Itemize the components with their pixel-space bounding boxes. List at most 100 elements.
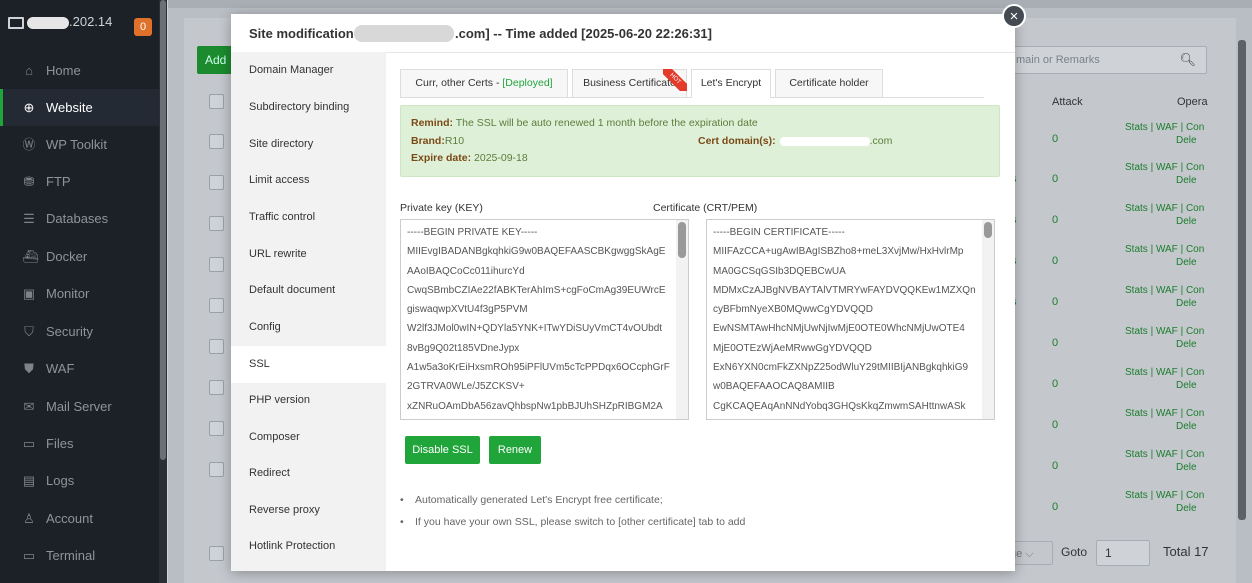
text-line: CwqSBmbCZIAe22fABKTerAhImS+cgFoCmAg39EUW… [407, 284, 666, 296]
text-line: MIIFAzCCA+ugAwIBAgISBZho8+meL3XvjMw/HxHv… [713, 246, 964, 258]
sidebar-item-website[interactable]: ⊕ Website [0, 89, 161, 126]
cert-domain-label: Cert domain(s): [698, 135, 776, 147]
disable-ssl-button[interactable]: Disable SSL [405, 436, 480, 464]
row-checkbox[interactable] [209, 339, 224, 354]
row-actions[interactable]: Stats | WAF | Con Dele [1125, 161, 1204, 187]
server-ip: .202.14 [69, 14, 113, 29]
table-row: s0Stats | WAF | ConDele [1005, 281, 1207, 321]
menu-item-default-document[interactable]: Default document [231, 272, 386, 309]
row-actions[interactable]: Stats | WAF | Con Dele [1125, 325, 1204, 351]
text-line: w0BAQEFAAOCAQ8AMIIB [713, 381, 835, 393]
sidebar-item-ftp[interactable]: ⛃ FTP [0, 163, 158, 200]
sidebar-scrollbar[interactable] [159, 0, 167, 583]
sidebar-item-account[interactable]: ♙ Account [0, 500, 158, 537]
sidebar-item-security[interactable]: ⛉ Security [0, 313, 158, 350]
table-row: 0 Stats | WAF | Con Dele [1005, 118, 1207, 158]
sidebar-item-waf[interactable]: ⛊ WAF [0, 350, 158, 387]
text-line: MA0GCSqGSIb3DQEBCwUA [713, 265, 846, 277]
sidebar-item-wp-toolkit[interactable]: Ⓦ WP Toolkit [0, 126, 158, 163]
renew-button[interactable]: Renew [489, 436, 541, 464]
row-actions[interactable]: Stats | WAF | Con Dele [1125, 448, 1204, 474]
text-line: cyBFbmNyeXB0MQwwCgYDVQQD [713, 304, 874, 316]
notification-badge[interactable]: 0 [134, 18, 152, 36]
table-row: s0Stats | WAF | ConDele [1005, 240, 1207, 280]
menu-item-hotlink-protection[interactable]: Hotlink Protection [231, 528, 386, 565]
menu-item-composer[interactable]: Composer [231, 419, 386, 456]
row-actions[interactable]: Stats | WAF | Con Dele [1125, 366, 1204, 392]
sidebar-item-monitor[interactable]: ▣ Monitor [0, 275, 158, 312]
site-search-input[interactable]: main or Remarks 🔍︎ [1005, 46, 1207, 74]
menu-item-subdirectory-binding[interactable]: Subdirectory binding [231, 89, 386, 126]
text-line: W2lf3JMol0wIN+QDYla5YNK+ITwYDiSUyVmCT4vO… [407, 323, 663, 335]
menu-item-ssl[interactable]: SSL [231, 346, 386, 383]
cert-domain-suffix: .com [869, 135, 893, 147]
row-checkbox[interactable] [209, 380, 224, 395]
goto-input[interactable]: 1 [1096, 540, 1150, 566]
close-dialog-button[interactable]: × [1002, 4, 1026, 28]
select-all-checkbox[interactable] [209, 94, 224, 109]
table-row: s0Stats | WAF | ConDele [1005, 158, 1207, 198]
attack-count: 0 [1052, 460, 1059, 472]
menu-item-redirect[interactable]: Redirect [231, 455, 386, 492]
sidebar-item-docker[interactable]: ⛴ Docker [0, 238, 158, 275]
page-scrollbar[interactable] [1238, 40, 1246, 520]
private-key-label: Private key (KEY) [400, 202, 483, 214]
menu-item-traffic-control[interactable]: Traffic control [231, 199, 386, 236]
brand-label: Brand: [411, 135, 445, 147]
menu-item-domain-manager[interactable]: Domain Manager [231, 52, 386, 89]
row-actions[interactable]: Stats | WAF | Con Dele [1125, 202, 1204, 228]
tab-business-certificate[interactable]: Business Certificate HOT [572, 69, 687, 97]
row-actions[interactable]: Stats | WAF | Con Dele [1125, 407, 1204, 433]
pagination: ge ⌵ Goto 1 Total 17 [1005, 540, 1215, 566]
dialog-title-bar: Site modification [ .com] -- Time added … [231, 14, 1015, 53]
certificate-textarea[interactable]: -----BEGIN CERTIFICATE----- MIIFAzCCA+ugA… [706, 219, 995, 420]
row-checkbox[interactable] [209, 216, 224, 231]
sidebar: .202.14 0 ⌂ Home ⊕ Website Ⓦ WP Toolkit ⛃ FTP ☰ D… [0, 0, 161, 583]
row-actions[interactable]: Stats | WAF | Con Dele [1125, 284, 1204, 310]
brand-value: R10 [444, 135, 465, 147]
text-line: xZNRuOAmDbA56zavQhbspNw1pbBJUhSHZpRIBGM2… [407, 400, 663, 412]
server-indicator[interactable]: .202.14 0 [8, 14, 158, 40]
row-actions[interactable]: Stats | WAF | Con Dele [1125, 243, 1204, 269]
menu-item-php-version[interactable]: PHP version [231, 382, 386, 419]
private-key-textarea[interactable]: -----BEGIN PRIVATE KEY----- MIIEvgIBADANB… [400, 219, 689, 420]
sidebar-item-files[interactable]: ▭ Files [0, 425, 158, 462]
row-actions[interactable]: Stats | WAF | Con Dele [1125, 489, 1204, 515]
attack-count: 0 [1052, 378, 1059, 390]
sidebar-item-home[interactable]: ⌂ Home [0, 52, 158, 89]
tip-item: Automatically generated Let's Encrypt fr… [400, 489, 745, 511]
add-site-button[interactable]: Add [197, 46, 233, 74]
tab-lets-encrypt[interactable]: Let's Encrypt [691, 69, 771, 98]
attack-count: 0 [1052, 255, 1059, 267]
menu-item-site-directory[interactable]: Site directory [231, 126, 386, 163]
row-checkbox[interactable] [209, 134, 224, 149]
text-line: EwNSMTAwHhcNMjUwNjIwMjE0OTE0WhcNMjUwOTE4 [713, 323, 965, 335]
table-header: Attack Opera [1005, 90, 1208, 114]
dialog-title-prefix: Site modification [ [249, 26, 362, 41]
text-line: MjE0OTEzWjAeMRwwGgYDVQQD [713, 342, 872, 354]
sidebar-item-label: Files [46, 436, 74, 451]
sidebar-item-databases[interactable]: ☰ Databases [0, 200, 158, 237]
remind-label: Remind: [411, 117, 453, 129]
tab-certificate-holder[interactable]: Certificate holder [775, 69, 883, 97]
row-checkbox[interactable] [209, 298, 224, 313]
sidebar-item-logs[interactable]: ▤ Logs [0, 462, 158, 499]
row-checkbox[interactable] [209, 462, 224, 477]
row-checkbox[interactable] [209, 257, 224, 272]
row-actions[interactable]: Stats | WAF | Con Dele [1125, 121, 1204, 147]
row-checkbox[interactable] [209, 175, 224, 190]
ssl-tabs: Curr, other Certs - [Deployed] Business … [400, 69, 984, 98]
text-line: -----BEGIN PRIVATE KEY----- [407, 227, 538, 238]
search-icon[interactable]: 🔍︎ [1179, 47, 1196, 73]
tab-current-certs[interactable]: Curr, other Certs - [Deployed] [400, 69, 568, 97]
footer-checkbox[interactable] [209, 546, 224, 561]
menu-item-reverse-proxy[interactable]: Reverse proxy [231, 492, 386, 529]
sidebar-item-label: WP Toolkit [46, 137, 107, 152]
sidebar-item-terminal[interactable]: ▭ Terminal [0, 537, 158, 574]
menu-item-limit-access[interactable]: Limit access [231, 162, 386, 199]
text-line: MIIEvgIBADANBgkqhkiG9w0BAQEFAASCBKgwggSk… [407, 246, 666, 258]
menu-item-url-rewrite[interactable]: URL rewrite [231, 236, 386, 273]
row-checkbox[interactable] [209, 421, 224, 436]
menu-item-config[interactable]: Config [231, 309, 386, 346]
sidebar-item-mail-server[interactable]: ✉ Mail Server [0, 388, 158, 425]
